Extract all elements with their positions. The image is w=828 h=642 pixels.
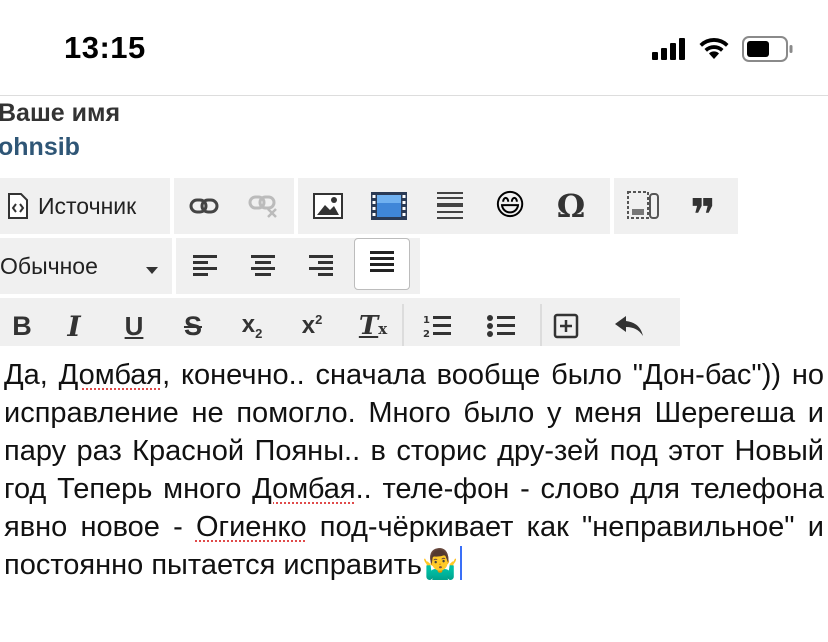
- iframe-button[interactable]: [614, 178, 672, 234]
- shrug-emoji: 🤷‍♂️: [422, 549, 459, 581]
- misspelled-word[interactable]: Домбая: [252, 473, 355, 505]
- cellular-signal-icon: [652, 38, 686, 65]
- iframe-icon: [627, 191, 659, 221]
- wifi-icon: [698, 37, 730, 66]
- toolbar-separator: [402, 304, 404, 348]
- toolbar-group-align: [176, 238, 356, 294]
- author-block: Ваше имя ohnsib: [0, 96, 120, 164]
- table-icon: [553, 313, 579, 339]
- subscript-icon: x2: [241, 311, 263, 341]
- superscript-icon: x2: [301, 312, 323, 339]
- align-left-button[interactable]: [176, 238, 234, 294]
- smiley-icon: 😄: [494, 189, 526, 222]
- editor-area[interactable]: Да, Домбая, конечно.. сначала вообще был…: [0, 346, 828, 642]
- toolbar-separator: [540, 304, 542, 348]
- smiley-button[interactable]: 😄: [480, 178, 540, 234]
- align-justify-button[interactable]: [354, 238, 410, 290]
- horizontal-rule-button[interactable]: [420, 178, 480, 234]
- editor-paragraph[interactable]: Да, Домбая, конечно.. сначала вообще был…: [4, 356, 824, 584]
- misspelled-word[interactable]: Огиенко: [196, 511, 307, 543]
- status-bar: 13:15: [0, 0, 828, 96]
- align-center-icon: [251, 255, 275, 277]
- author-label: Ваше имя: [0, 99, 121, 127]
- bold-icon: B: [12, 310, 32, 341]
- status-icons: [652, 36, 794, 67]
- image-button[interactable]: [298, 178, 358, 234]
- bulleted-list-icon: [487, 314, 515, 338]
- align-center-button[interactable]: [234, 238, 292, 294]
- align-left-icon: [193, 255, 217, 277]
- numbered-list-icon: 12: [423, 313, 451, 339]
- header-divider: [0, 95, 828, 96]
- unlink-button[interactable]: [234, 178, 294, 234]
- strikethrough-icon: S: [183, 310, 202, 341]
- link-button[interactable]: [174, 178, 234, 234]
- video-button[interactable]: [358, 178, 420, 234]
- author-username[interactable]: ohnsib: [0, 130, 120, 164]
- omega-icon: Ω: [556, 187, 586, 225]
- toolbar-group-document: Источник: [0, 178, 170, 234]
- svg-text:2: 2: [423, 329, 430, 339]
- italic-icon: I: [67, 309, 81, 343]
- editor-text: Да,: [4, 359, 59, 391]
- horizontal-rule-icon: [435, 192, 465, 220]
- align-justify-icon: [370, 250, 394, 278]
- unlink-icon: [248, 194, 280, 218]
- status-time: 13:15: [64, 30, 146, 65]
- special-char-button[interactable]: Ω: [540, 178, 602, 234]
- video-icon: [371, 192, 407, 220]
- toolbar-group-links: [174, 178, 294, 234]
- toolbar-row-1: Источник 😄 Ω ❞: [0, 178, 738, 240]
- misspelled-word[interactable]: Домбая: [59, 359, 162, 391]
- image-icon: [313, 193, 343, 219]
- align-right-icon: [309, 255, 333, 277]
- source-icon: [6, 193, 30, 219]
- source-button-label: Источник: [38, 192, 137, 219]
- chevron-down-icon: [146, 262, 158, 280]
- battery-icon: [742, 36, 794, 67]
- toolbar-group-blocks: ❞: [614, 178, 738, 240]
- align-right-button[interactable]: [292, 238, 350, 294]
- format-dropdown[interactable]: Обычное: [0, 238, 172, 294]
- svg-text:1: 1: [423, 315, 430, 326]
- undo-icon: [614, 314, 644, 338]
- text-caret: [460, 546, 463, 580]
- source-button[interactable]: Источник: [0, 178, 136, 234]
- link-icon: [189, 197, 219, 215]
- remove-format-icon: Tx: [358, 311, 388, 341]
- toolbar-group-insert: 😄 Ω: [298, 178, 610, 234]
- underline-icon: U: [124, 310, 144, 341]
- format-dropdown-value: Обычное: [0, 252, 98, 279]
- blockquote-button[interactable]: ❞: [672, 178, 734, 240]
- blockquote-icon: ❞: [690, 190, 716, 240]
